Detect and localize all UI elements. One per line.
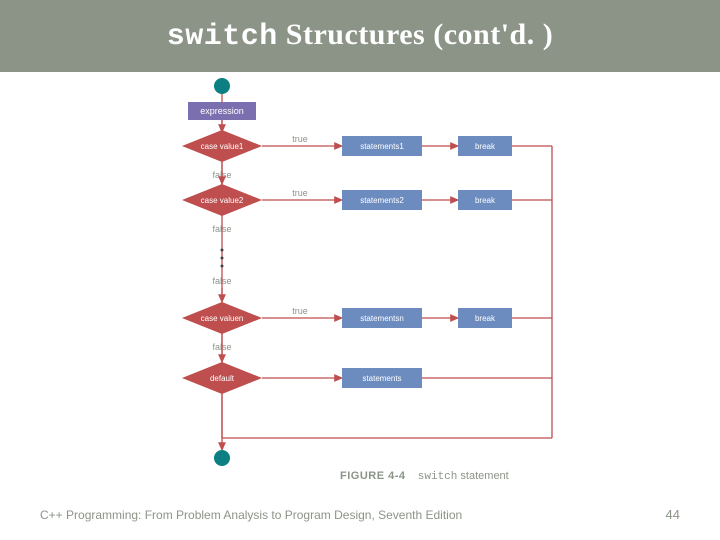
false-label-2: false <box>212 224 231 234</box>
page-number: 44 <box>666 507 680 522</box>
break1-box: break <box>458 136 512 156</box>
break2-box: break <box>458 190 512 210</box>
stmt1-label: statements1 <box>360 142 404 151</box>
slide-footer: C++ Programming: From Problem Analysis t… <box>40 508 462 522</box>
slide-header: switch Structures (cont'd. ) <box>0 0 720 72</box>
default-label: default <box>210 374 235 383</box>
title-mono: switch <box>167 20 278 54</box>
expression-box: expression <box>188 102 256 120</box>
default-stmt-box: statements <box>342 368 422 388</box>
ellipsis-dot-icon <box>221 265 224 268</box>
stmtn-box: statementsn <box>342 308 422 328</box>
default-stmt-label: statements <box>362 374 401 383</box>
slide-title: switch Structures (cont'd. ) <box>167 18 553 54</box>
true-label-1: true <box>292 134 308 144</box>
casen-label: case valuen <box>201 314 244 323</box>
caption-mono: switch <box>418 471 458 483</box>
end-node-icon <box>214 450 230 466</box>
start-node-icon <box>214 78 230 94</box>
false-label-ellipsis: false <box>212 276 231 286</box>
ellipsis-dot-icon <box>221 257 224 260</box>
expression-label: expression <box>200 106 244 116</box>
flowchart: expression case value1 true statements1 … <box>160 72 600 482</box>
title-rest: Structures (cont'd. ) <box>278 18 553 51</box>
caption-tail: statement <box>457 470 508 482</box>
break1-label: break <box>475 142 496 151</box>
ellipsis-dot-icon <box>221 249 224 252</box>
breakn-box: break <box>458 308 512 328</box>
case2-label: case value2 <box>201 196 244 205</box>
stmt2-label: statements2 <box>360 196 404 205</box>
true-label-2: true <box>292 188 308 198</box>
break2-label: break <box>475 196 496 205</box>
case1-label: case value1 <box>201 142 244 151</box>
stmt1-box: statements1 <box>342 136 422 156</box>
default-diamond: default <box>182 362 262 394</box>
figure-caption: FIGURE 4-4 switch statement <box>340 470 509 483</box>
true-label-n: true <box>292 306 308 316</box>
case1-diamond: case value1 <box>182 130 262 162</box>
figure-number: FIGURE 4-4 <box>340 470 406 482</box>
breakn-label: break <box>475 314 496 323</box>
casen-diamond: case valuen <box>182 302 262 334</box>
stmt2-box: statements2 <box>342 190 422 210</box>
case2-diamond: case value2 <box>182 184 262 216</box>
stmtn-label: statementsn <box>360 314 404 323</box>
